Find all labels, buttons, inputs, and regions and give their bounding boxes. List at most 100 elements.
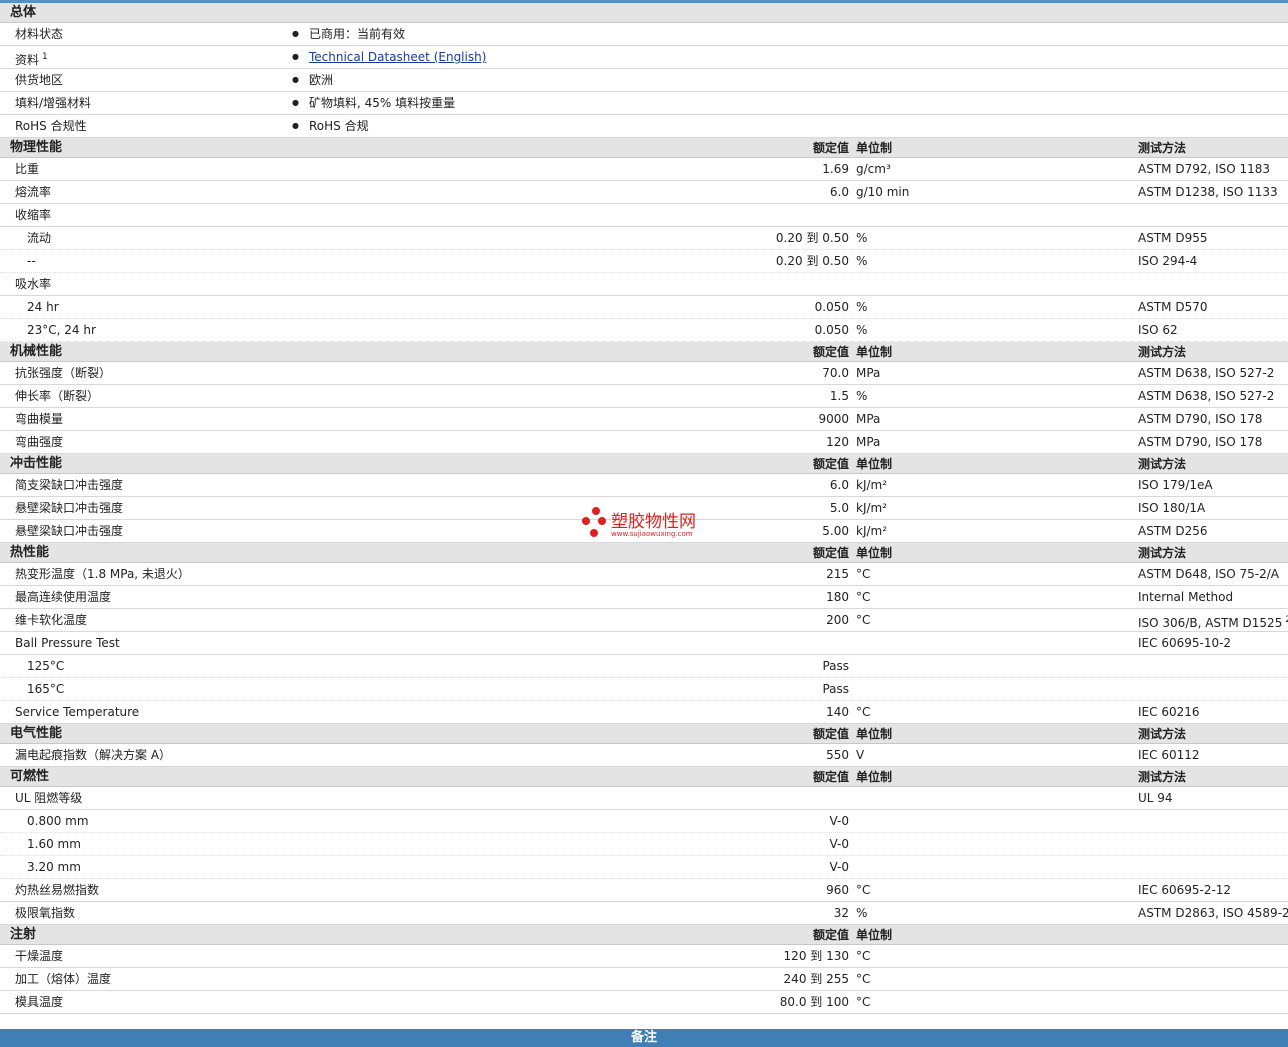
property-row: -- 0.20 到 0.50% ISO 294-4: [0, 250, 1288, 273]
property-value: 140: [826, 705, 849, 719]
property-name: 吸水率: [15, 277, 52, 291]
test-method: ISO 179/1eA: [1138, 474, 1213, 497]
test-method-text: ISO 179/1eA: [1138, 478, 1213, 492]
property-unit: %: [856, 254, 868, 268]
property-row: 干燥温度 120 到 130 °C: [0, 945, 1288, 968]
property-value: 6.0: [829, 478, 849, 492]
property-row: 弯曲强度 120 MPa ASTM D790, ISO 178: [0, 431, 1288, 454]
property-name-text: RoHS 合规性: [15, 119, 87, 133]
section-header: 物理性能 额定值 单位制 测试方法: [0, 138, 1288, 158]
test-method: ISO 294-4: [1138, 250, 1197, 273]
property-name: 填料/增强材料: [15, 92, 91, 115]
property-row: Service Temperature 140 °C IEC 60216: [0, 701, 1288, 724]
property-value: 0.050: [814, 300, 849, 314]
column-header-unit: 单位制: [856, 141, 893, 155]
column-header-method: 测试方法: [1138, 141, 1187, 155]
property-name: 悬壁梁缺口冲击强度: [15, 501, 124, 515]
test-method-text: ISO 294-4: [1138, 254, 1198, 268]
test-method-text: ISO 62: [1138, 323, 1178, 337]
logo-dot-icon: [590, 529, 598, 537]
test-method: ASTM D2863, ISO 4589-2: [1138, 902, 1288, 925]
section-title: 物理性能: [10, 140, 63, 155]
property-unit: kJ/m²: [856, 524, 888, 538]
property-value: Pass: [822, 659, 849, 673]
test-method-text: ASTM D790, ISO 178: [1138, 435, 1263, 449]
test-method: ASTM D256: [1138, 520, 1207, 543]
property-name: 极限氧指数: [15, 906, 76, 920]
property-row: 简支梁缺口冲击强度 6.0 kJ/m² ISO 179/1eA: [0, 474, 1288, 497]
column-header-value: 额定值: [812, 546, 849, 560]
property-row: 加工（熔体）温度 240 到 255 °C: [0, 968, 1288, 991]
property-row: 最高连续使用温度 180 °C Internal Method: [0, 586, 1288, 609]
property-row: 模具温度 80.0 到 100 °C: [0, 991, 1288, 1014]
property-row: 维卡软化温度200°CISO 306/B, ASTM D15252: [0, 609, 1288, 632]
property-name: --: [27, 254, 36, 268]
test-method-text: ISO 306/B, ASTM D1525: [1138, 616, 1283, 630]
property-value: V-0: [829, 860, 849, 874]
test-method: ASTM D648, ISO 75-2/A: [1138, 563, 1279, 586]
section-header: 注射 额定值 单位制: [0, 925, 1288, 945]
column-header-unit: 单位制: [856, 546, 893, 560]
test-method-text: ASTM D638, ISO 527-2: [1138, 389, 1275, 403]
property-name: 比重: [15, 162, 40, 176]
property-name: 3.20 mm: [27, 860, 81, 874]
test-method-text: ISO 180/1A: [1138, 501, 1206, 515]
property-unit: MPa: [856, 435, 881, 449]
property-unit: %: [856, 323, 868, 337]
property-name: 干燥温度: [15, 949, 64, 963]
column-header-unit: 单位制: [856, 727, 893, 741]
property-value: 1.5: [829, 389, 849, 403]
general-row: 材料状态 已商用：当前有效: [0, 23, 1288, 46]
notes-label: 备注: [630, 1030, 657, 1045]
section-header: 热性能 额定值 单位制 测试方法: [0, 543, 1288, 563]
test-method-text: IEC 60695-2-12: [1138, 883, 1232, 897]
property-name: 材料状态: [15, 23, 63, 46]
property-unit: g/10 min: [856, 185, 910, 199]
column-header-value: 额定值: [812, 928, 849, 942]
property-value: 0.20 到 0.50: [775, 231, 849, 245]
property-value-text: 矿物填料, 45% 填料按重量: [308, 96, 456, 110]
test-method-text: ASTM D638, ISO 527-2: [1138, 366, 1275, 380]
property-name: 简支梁缺口冲击强度: [15, 478, 124, 492]
property-name: Service Temperature: [15, 705, 140, 719]
property-name: UL 阻燃等级: [15, 791, 83, 805]
property-name: 加工（熔体）温度: [15, 972, 112, 986]
property-name: 流动: [27, 231, 52, 245]
property-value-text: 已商用：当前有效: [308, 27, 405, 41]
property-name: 悬壁梁缺口冲击强度: [15, 524, 124, 538]
property-name-text: 材料状态: [15, 27, 64, 41]
property-unit: °C: [856, 883, 871, 897]
property-unit: V: [856, 748, 865, 762]
property-row: 抗张强度（断裂） 70.0 MPa ASTM D638, ISO 527-2: [0, 362, 1288, 385]
general-row: 填料/增强材料 矿物填料, 45% 填料按重量: [0, 92, 1288, 115]
property-name: RoHS 合规性: [15, 115, 87, 138]
column-header-method: 测试方法: [1138, 345, 1187, 359]
test-method: ASTM D792, ISO 1183: [1138, 158, 1270, 181]
property-value: 70.0: [822, 366, 849, 380]
property-value: 550: [826, 748, 849, 762]
test-method-text: IEC 60695-10-2: [1138, 636, 1232, 650]
test-method-text: ASTM D570: [1138, 300, 1208, 314]
property-value-text: 欧洲: [308, 73, 333, 87]
section-header-general: 总体: [0, 3, 1288, 23]
section-title: 热性能: [10, 545, 50, 560]
column-header-unit: 单位制: [856, 457, 893, 471]
property-name: 1.60 mm: [27, 837, 81, 851]
test-method: Internal Method: [1138, 586, 1233, 609]
test-method: ASTM D1238, ISO 1133: [1138, 181, 1278, 204]
property-value: 200: [826, 613, 849, 627]
property-row: 极限氧指数 32% ASTM D2863, ISO 4589-2: [0, 902, 1288, 925]
section-title: 冲击性能: [10, 456, 63, 471]
property-value: 1.69: [822, 162, 849, 176]
section-title: 电气性能: [10, 726, 63, 741]
property-name: 弯曲强度: [15, 435, 64, 449]
section-title: 机械性能: [10, 344, 63, 359]
property-row: 收缩率: [0, 204, 1288, 227]
property-row: 1.60 mm V-0: [0, 833, 1288, 856]
property-unit: %: [856, 389, 868, 403]
test-method-text: ASTM D2863, ISO 4589-2: [1138, 906, 1288, 920]
column-header-value: 额定值: [812, 770, 849, 784]
property-name-text: 供货地区: [15, 73, 64, 87]
property-row: 热变形温度（1.8 MPa, 未退火） 215 °C ASTM D648, ISO 7…: [0, 563, 1288, 586]
datasheet-link[interactable]: Technical Datasheet (English): [309, 50, 486, 64]
